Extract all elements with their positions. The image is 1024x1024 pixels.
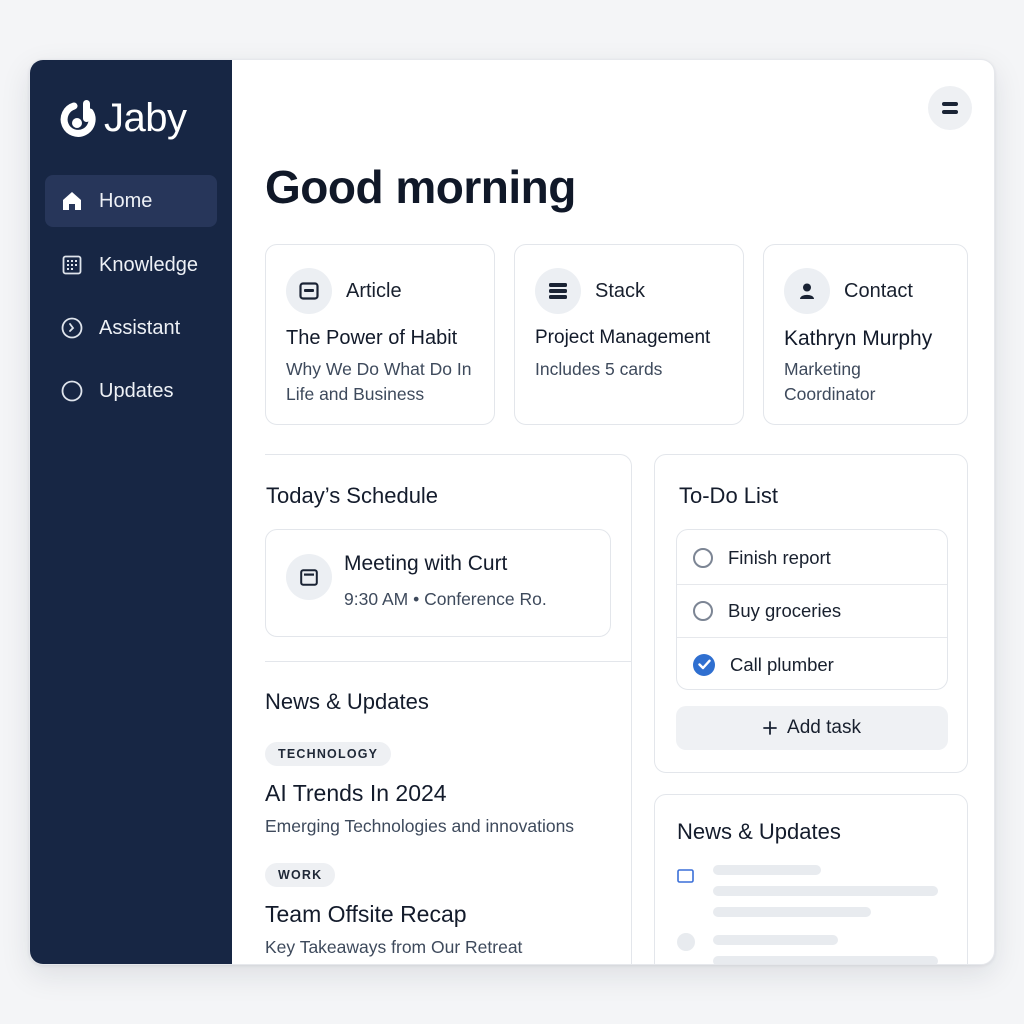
card-title: The Power of Habit [286,327,458,349]
event-location: Conference Ro. [424,589,547,609]
event-separator: • [413,589,420,609]
news-tag: WORK [265,863,336,887]
schedule-title: Today’s Schedule [266,483,439,508]
card-type: Article [346,279,402,302]
schedule-news-panel: Today’s Schedule Meeting with Curt 9:30 … [265,454,632,964]
sidebar: Jaby Home Knowledge Assistant Updates [30,60,232,964]
unchecked-circle-icon[interactable] [693,548,713,568]
news-item[interactable]: WORK Team Offsite Recap Key Takeaways fr… [265,863,522,958]
todo-item-label: Finish report [728,547,831,568]
todo-item-label: Buy groceries [728,600,842,621]
avatar-placeholder [677,933,695,951]
stack-card[interactable]: Stack Project Management Includes 5 card… [514,244,744,425]
news-item-title: Team Offsite Recap [265,901,467,927]
add-task-label: Add task [787,717,861,738]
menu-button[interactable] [928,86,972,130]
news-item-subtitle: Emerging Technologies and innovations [265,816,575,836]
news-side-title: News & Updates [677,819,841,844]
event-time: 9:30 AM [344,589,409,609]
event-title: Meeting with Curt [344,552,508,575]
todo-item-label: Call plumber [730,653,834,675]
news-item-title: AI Trends In 2024 [265,780,447,806]
card-type: Stack [595,279,646,302]
card-subtitle: Includes 5 cards [535,359,663,379]
todo-item[interactable]: Call plumber [677,638,947,691]
todo-title: To-Do List [679,483,779,508]
person-icon [784,268,830,314]
card-title: Project Management [535,327,711,348]
unchecked-circle-icon[interactable] [693,601,713,621]
sidebar-item-updates[interactable]: Updates [45,365,217,417]
skeleton-line [713,935,838,945]
home-icon [61,190,83,212]
news-title: News & Updates [265,689,429,714]
checked-circle-icon[interactable] [693,653,715,676]
circle-icon [61,380,83,402]
article-icon [286,268,332,314]
app-logo[interactable]: Jaby [60,96,187,140]
clock-icon [61,317,83,339]
sidebar-item-home[interactable]: Home [45,175,217,227]
news-item-subtitle: Key Takeaways from Our Retreat [265,937,523,957]
news-item[interactable]: TECHNOLOGY AI Trends In 2024 Emerging Te… [265,742,574,837]
card-subtitle: Why We Do What Do In Life and Business [286,359,472,404]
skeleton-line [713,956,938,964]
news-side-card: News & Updates [654,794,968,964]
news-tag: TECHNOLOGY [265,742,392,766]
sidebar-item-label: Assistant [99,316,181,339]
stack-icon [535,268,581,314]
app-window: Jaby Home Knowledge Assistant Updates Go… [29,59,995,965]
sidebar-item-knowledge[interactable]: Knowledge [45,239,217,291]
event-details: 9:30 AM • Conference Ro. [344,589,547,610]
contact-card[interactable]: Contact Kathryn Murphy Marketing Coordin… [763,244,968,425]
page-title: Good morning [265,161,576,213]
todo-item[interactable]: Finish report [677,532,947,585]
sidebar-item-label: Home [99,189,153,212]
todo-item[interactable]: Buy groceries [677,585,947,638]
card-title: Kathryn Murphy [784,327,933,350]
card-type: Contact [844,279,913,302]
plus-icon [763,721,777,735]
article-card[interactable]: Article The Power of Habit Why We Do Wha… [265,244,495,425]
skeleton-line [713,865,821,875]
card-subtitle: Marketing Coordinator [784,359,876,404]
sidebar-item-assistant[interactable]: Assistant [45,302,217,354]
skeleton-line [713,886,938,896]
schedule-event[interactable]: Meeting with Curt 9:30 AM • Conference R… [265,529,611,637]
todo-card: To-Do List Finish report Buy groceries C… [654,454,968,773]
todo-list: Finish report Buy groceries Call plumber [676,529,948,690]
sidebar-item-label: Knowledge [99,253,198,276]
skeleton-line [713,907,871,917]
add-task-button[interactable]: Add task [676,706,948,750]
divider [265,661,631,662]
article-icon [677,869,694,883]
calendar-icon [286,554,332,600]
menu-icon [942,102,958,114]
sidebar-item-label: Updates [99,379,174,402]
jaby-logo-icon [60,100,96,137]
app-name: Jaby [104,96,187,140]
grid-book-icon [61,254,83,276]
